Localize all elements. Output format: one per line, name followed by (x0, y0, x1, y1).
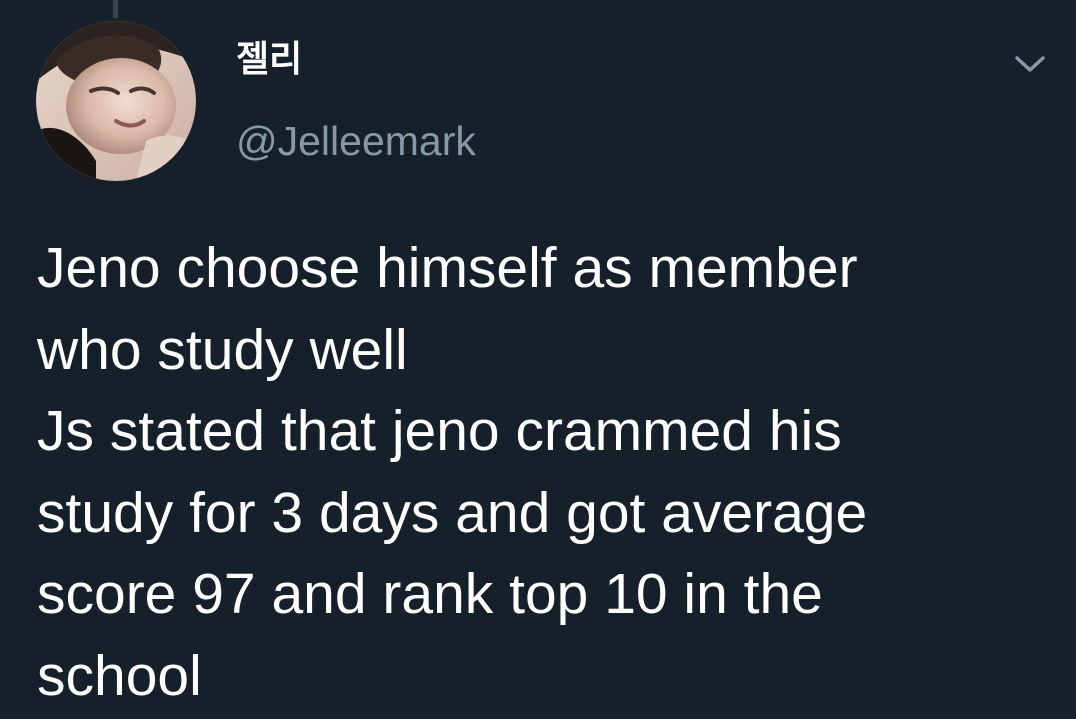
author-display-name[interactable]: 젤리 (236, 38, 302, 82)
avatar-photo (36, 21, 196, 181)
chevron-down-icon (1015, 56, 1045, 72)
avatar[interactable] (36, 21, 196, 181)
tweet-text-line: Js stated that jeno crammed his (37, 399, 842, 463)
tweet-text: Jeno choose himself as member who study … (37, 228, 1047, 717)
author-handle[interactable]: @Jelleemark (236, 117, 476, 165)
tweet-text-line: score 97 and rank top 10 in the (37, 562, 823, 626)
tweet-text-line: who study well (37, 317, 408, 382)
tweet-text-line: Jeno choose himself as member (37, 236, 858, 300)
tweet-menu-button[interactable] (1008, 48, 1052, 80)
tweet-text-line: school (37, 643, 202, 708)
thread-connector-line (113, 0, 118, 18)
tweet-text-line: study for 3 days and got average (37, 480, 868, 545)
